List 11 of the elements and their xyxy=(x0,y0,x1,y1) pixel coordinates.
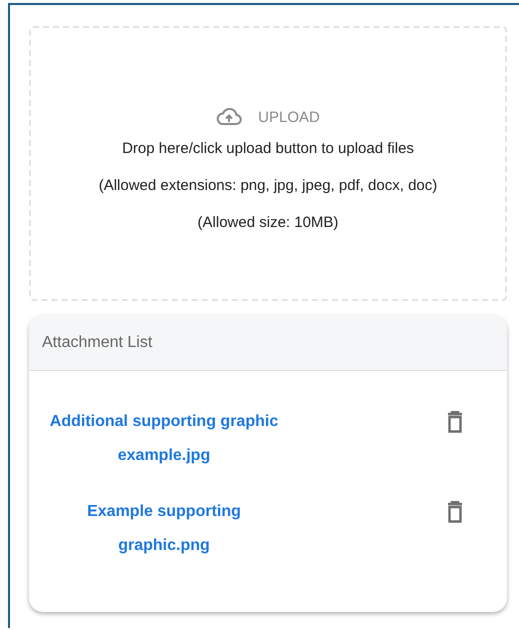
drop-zone[interactable]: UPLOAD Drop here/click upload button to upload files (Allowed extensions: png, jpg, jpeg, pdf, docx, doc) (Allowed size: 10MB) xyxy=(29,26,507,301)
upload-instruction: Drop here/click upload button to upload files xyxy=(122,140,414,157)
delete-icon[interactable] xyxy=(447,501,463,523)
delete-icon[interactable] xyxy=(447,411,463,433)
file-link[interactable]: Additional supporting graphic example.jpg xyxy=(44,405,284,473)
upload-button[interactable]: UPLOAD xyxy=(212,104,324,130)
allowed-extensions: (Allowed extensions: png, jpg, jpeg, pdf, docx, doc) xyxy=(98,177,438,194)
file-link[interactable]: Example supporting graphic.png xyxy=(44,495,284,563)
allowed-size: (Allowed size: 10MB) xyxy=(198,214,338,231)
cloud-upload-icon xyxy=(216,108,242,126)
card-title: Attachment List xyxy=(42,334,152,352)
